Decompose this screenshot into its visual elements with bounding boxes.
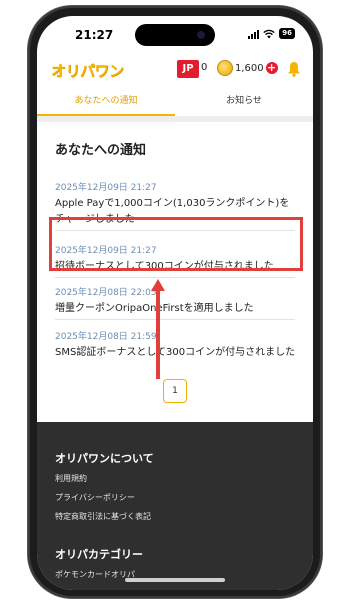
phone-screen: 21:27 96 オリパワン JP 0 1,600 + あなたへの通知 お知らせ… bbox=[37, 16, 313, 590]
bell-icon[interactable] bbox=[287, 61, 301, 77]
notification-item: 2025年12月08日 22:05 増量クーポンOripaOneFirstを適用… bbox=[55, 285, 299, 317]
app-logo[interactable]: オリパワン bbox=[51, 60, 124, 81]
tab-divider bbox=[37, 116, 313, 122]
status-time: 21:27 bbox=[75, 28, 114, 42]
divider bbox=[55, 319, 295, 320]
pagination-page-button[interactable]: 1 bbox=[163, 379, 187, 403]
add-coin-button[interactable]: + bbox=[265, 62, 278, 74]
app-header: オリパワン JP 0 1,600 + bbox=[37, 58, 313, 84]
notification-item: 2025年12月08日 21:59 SMS認証ボーナスとして300コインが付与さ… bbox=[55, 329, 299, 361]
status-icons: 96 bbox=[248, 28, 295, 39]
page-title: あなたへの通知 bbox=[55, 143, 147, 158]
footer-category-heading: オリパカテゴリー bbox=[55, 548, 143, 561]
site-footer: オリパワンについて 利用規約 プライバシーポリシー 特定商取引法に基づく表記 オ… bbox=[37, 422, 313, 590]
cellular-signal-icon bbox=[248, 29, 260, 39]
jp-point-badge[interactable]: JP bbox=[177, 60, 199, 78]
notification-tabs: あなたへの通知 お知らせ bbox=[37, 90, 313, 116]
dynamic-island bbox=[135, 24, 215, 46]
home-indicator[interactable] bbox=[125, 578, 225, 582]
notification-date: 2025年12月08日 21:59 bbox=[55, 332, 157, 342]
wifi-icon bbox=[263, 29, 275, 38]
notification-date: 2025年12月09日 21:27 bbox=[55, 183, 157, 193]
jp-point-count: 0 bbox=[201, 62, 208, 73]
notification-text: SMS認証ボーナスとして300コインが付与されました bbox=[55, 347, 296, 358]
tab-announcements[interactable]: お知らせ bbox=[175, 90, 313, 116]
coin-count: 1,600 bbox=[235, 62, 264, 74]
notification-date: 2025年12月08日 22:05 bbox=[55, 288, 157, 298]
coin-balance[interactable]: 1,600 + bbox=[217, 60, 278, 76]
status-bar: 21:27 96 bbox=[37, 16, 313, 56]
highlight-annotation-box bbox=[49, 217, 303, 271]
footer-link-commerce-law[interactable]: 特定商取引法に基づく表記 bbox=[55, 511, 151, 522]
footer-link-terms[interactable]: 利用規約 bbox=[55, 473, 87, 484]
footer-link-privacy[interactable]: プライバシーポリシー bbox=[55, 492, 135, 503]
battery-icon: 96 bbox=[279, 28, 295, 39]
notification-text: 増量クーポンOripaOneFirstを適用しました bbox=[55, 303, 254, 314]
footer-about-heading: オリパワンについて bbox=[55, 452, 154, 465]
tab-personal-notifications[interactable]: あなたへの通知 bbox=[37, 90, 175, 116]
divider bbox=[55, 277, 295, 278]
coin-icon bbox=[217, 60, 233, 76]
footer-link-pokemon-card[interactable]: ポケモンカードオリパ bbox=[55, 569, 135, 580]
arrow-up-icon bbox=[151, 279, 165, 379]
